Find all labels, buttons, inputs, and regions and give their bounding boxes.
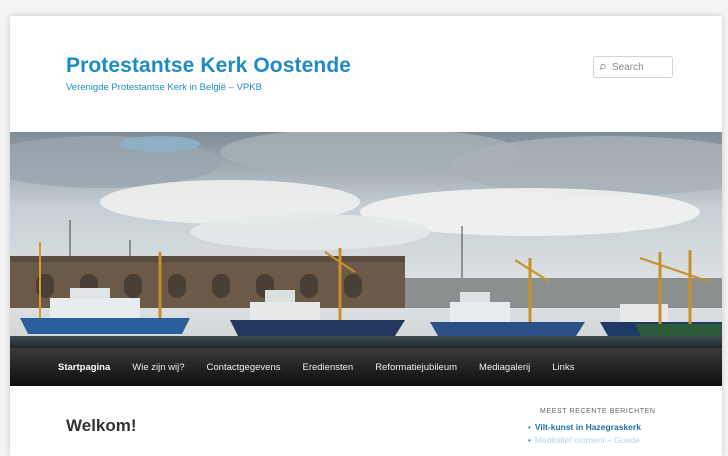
site-description: Verenigde Protestantse Kerk in België – … [66,82,262,93]
header-banner-image [10,132,722,348]
search-icon [599,63,606,71]
list-item: • Meditatief moment – Goede [528,434,641,447]
nav-item-links[interactable]: Links [552,362,574,373]
main-navigation: Startpagina Wie zijn wij? Contactgegeven… [10,348,722,386]
search-box[interactable] [593,56,673,78]
page-container: Protestantse Kerk Oostende Verenigde Pro… [10,16,722,456]
site-title[interactable]: Protestantse Kerk Oostende [66,54,351,78]
nav-item-contactgegevens[interactable]: Contactgegevens [207,362,281,373]
recent-post-link[interactable]: Meditatief moment – Goede [535,435,640,445]
nav-item-wie-zijn-wij[interactable]: Wie zijn wij? [132,362,184,373]
recent-posts-heading: MEEST RECENTE BERICHTEN [540,408,656,415]
search-input[interactable] [610,60,672,74]
nav-item-reformatiejubileum[interactable]: Reformatiejubileum [375,362,457,373]
bullet-icon: • [528,436,531,445]
page-heading: Welkom! [66,416,137,435]
bullet-icon: • [528,423,531,432]
nav-item-erediensten[interactable]: Erediensten [302,362,353,373]
recent-posts-list: • Vilt-kunst in Hazegraskerk • Meditatief … [528,421,641,447]
recent-post-link[interactable]: Vilt-kunst in Hazegraskerk [535,422,641,432]
nav-item-startpagina[interactable]: Startpagina [58,362,110,373]
list-item: • Vilt-kunst in Hazegraskerk [528,421,641,434]
nav-item-mediagalerij[interactable]: Mediagalerij [479,362,530,373]
